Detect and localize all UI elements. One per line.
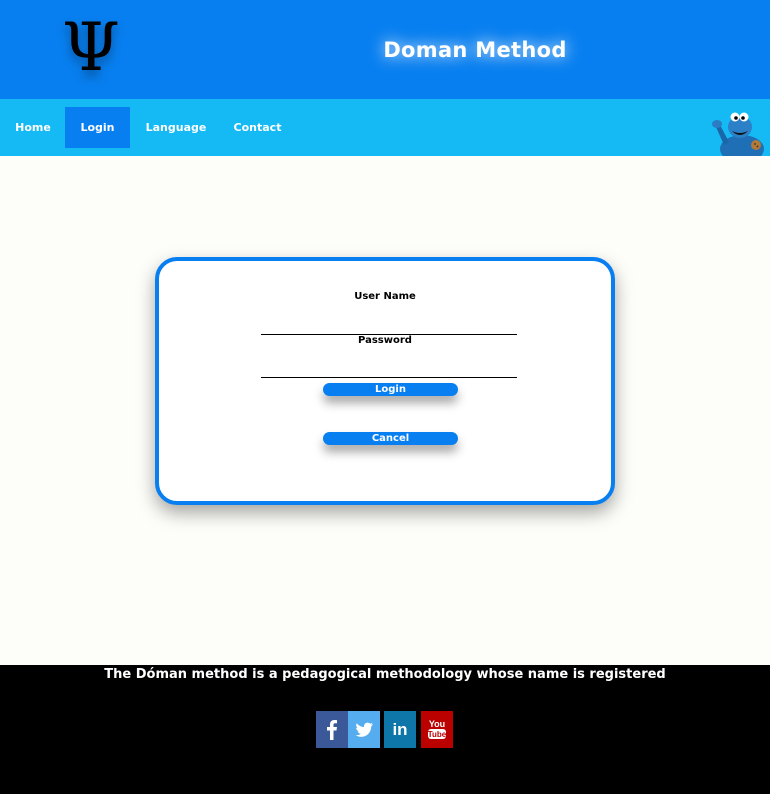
nav-item-home[interactable]: Home xyxy=(0,107,66,148)
svg-text:Tube: Tube xyxy=(428,730,447,739)
footer-text: The Dóman method is a pedagogical method… xyxy=(104,667,666,682)
password-input[interactable] xyxy=(261,357,517,378)
nav-item-language[interactable]: Language xyxy=(138,107,214,148)
login-button[interactable]: Login xyxy=(323,383,458,396)
cancel-button[interactable]: Cancel xyxy=(323,432,458,445)
facebook-icon[interactable] xyxy=(316,711,348,748)
site-footer: The Dóman method is a pedagogical method… xyxy=(0,665,770,794)
site-title: Doman Method xyxy=(383,38,567,62)
youtube-icon[interactable]: You Tube xyxy=(421,711,453,748)
cookie-monster-mascot-icon xyxy=(710,109,770,163)
username-label: User Name xyxy=(354,291,416,302)
site-header: Ψ Doman Method xyxy=(0,0,770,99)
twitter-icon[interactable] xyxy=(348,711,380,748)
username-input[interactable] xyxy=(261,314,517,335)
login-card: User Name Password Login Cancel xyxy=(155,257,615,505)
svg-text:in: in xyxy=(392,720,407,739)
password-label: Password xyxy=(358,335,412,346)
nav-item-contact[interactable]: Contact xyxy=(224,107,291,148)
psi-logo-icon[interactable]: Ψ xyxy=(58,8,124,88)
linkedin-icon[interactable]: in xyxy=(384,711,416,748)
main-navigation: Home Login Language Contact xyxy=(0,99,770,156)
svg-text:You: You xyxy=(429,719,445,729)
nav-item-login[interactable]: Login xyxy=(65,107,130,148)
